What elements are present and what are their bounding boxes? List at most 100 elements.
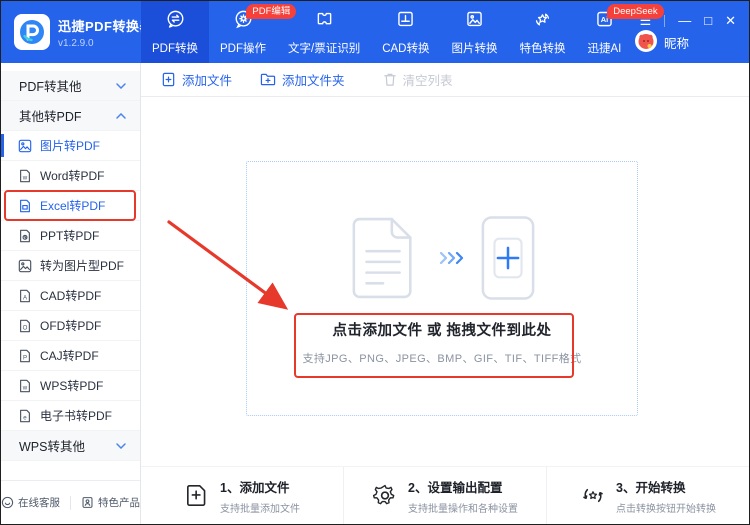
group-label: PDF转其他: [19, 80, 82, 94]
file-plus-icon: [162, 72, 175, 87]
sidebar-item-label: CAJ转PDF: [40, 349, 99, 363]
nav-tab-cad-convert[interactable]: CAD转换: [371, 1, 440, 63]
image-icon: [18, 259, 32, 272]
image-icon: [464, 9, 485, 35]
clear-list-button[interactable]: 清空列表: [383, 70, 453, 89]
trash-icon: [383, 73, 396, 86]
button-label: 添加文件夹: [282, 74, 345, 88]
step-title: 3、开始转换: [616, 480, 686, 495]
sidebar-item-wps-to-pdf[interactable]: w WPS转PDF: [1, 371, 140, 401]
sidebar-item-label: 转为图片型PDF: [40, 259, 125, 273]
sidebar-group-other-to-pdf[interactable]: 其他转PDF: [1, 101, 140, 131]
sidebar-item-caj-to-pdf[interactable]: P CAJ转PDF: [1, 341, 140, 371]
sidebar-item-image-to-pdf[interactable]: 图片转PDF: [1, 131, 140, 161]
group-label: 其他转PDF: [19, 110, 82, 124]
app-window: 迅捷PDF转换器 v1.2.9.0 PDF转换 PDF编辑 PDF操作 文字/票…: [0, 0, 750, 525]
add-file-card-icon: [481, 216, 535, 300]
nav-tab-special-convert[interactable]: 特色转换: [508, 1, 576, 63]
step-start-convert: 3、开始转换 点击转换按钮开始转换: [546, 467, 749, 524]
chevrons-right-icon: [439, 251, 464, 265]
sidebar-item-label: Excel转PDF: [40, 199, 106, 213]
cad-axis-icon: [395, 9, 416, 35]
step-subtitle: 点击转换按钮开始转换: [616, 503, 716, 515]
word-doc-icon: w: [20, 169, 30, 182]
controls-separator: [664, 15, 666, 27]
app-logo-icon: [14, 14, 50, 50]
maximize-icon[interactable]: □: [704, 14, 712, 28]
active-indicator: [1, 134, 4, 157]
ticket-scan-icon: [314, 9, 335, 35]
titlebar: 迅捷PDF转换器 v1.2.9.0 PDF转换 PDF编辑 PDF操作 文字/票…: [1, 1, 749, 63]
close-icon[interactable]: ✕: [725, 14, 736, 28]
svg-text:A: A: [23, 294, 28, 301]
nav-tab-image-convert[interactable]: 图片转换: [440, 1, 508, 63]
sidebar-item-label: Word转PDF: [40, 169, 105, 183]
dropzone-graphics: [247, 214, 637, 302]
sidebar-group-pdf-to-other[interactable]: PDF转其他: [1, 71, 140, 101]
sidebar: PDF转其他 其他转PDF 图片转PDF w Word转PDF Excel转PD…: [1, 63, 141, 524]
sidebar-item-label: CAD转PDF: [40, 289, 102, 303]
step-text: 1、添加文件 支持批量添加文件: [220, 477, 300, 515]
svg-text:O: O: [23, 324, 28, 331]
sidebar-item-label: PPT转PDF: [40, 229, 100, 243]
sidebar-item-excel-to-pdf[interactable]: Excel转PDF: [1, 191, 140, 221]
step-title: 2、设置输出配置: [408, 480, 503, 495]
toolbar: 添加文件 添加文件夹 清空列表: [141, 63, 749, 97]
steps-bar: 1、添加文件 支持批量添加文件 2、设置输出配置 支持批量操作和各种设置 3、开…: [141, 466, 749, 524]
svg-text:w: w: [22, 384, 28, 391]
ofd-doc-icon: O: [20, 319, 30, 332]
featured-products-link[interactable]: 特色产品: [81, 495, 140, 510]
nav-tab-pdf-convert[interactable]: PDF转换: [141, 1, 209, 63]
button-label: 添加文件: [182, 74, 233, 88]
add-file-button[interactable]: 添加文件: [161, 70, 232, 89]
sidebar-item-ebook-to-pdf[interactable]: e 电子书转PDF: [1, 401, 140, 431]
sidebar-item-label: 图片转PDF: [40, 139, 101, 153]
link-label: 在线客服: [18, 497, 60, 509]
file-dropzone[interactable]: 点击添加文件 或 拖拽文件到此处 支持JPG、PNG、JPEG、BMP、GIF、…: [246, 161, 638, 416]
step-text: 3、开始转换 点击转换按钮开始转换: [616, 477, 716, 515]
minimize-icon[interactable]: —: [678, 14, 691, 28]
star-refresh-icon: [532, 9, 553, 35]
step-subtitle: 支持批量添加文件: [220, 503, 300, 515]
user-nickname: 昵称: [664, 37, 690, 51]
step-output-settings: 2、设置输出配置 支持批量操作和各种设置: [343, 467, 546, 524]
excel-doc-icon: [20, 199, 30, 212]
nav-tab-pdf-operate[interactable]: PDF编辑 PDF操作: [209, 1, 297, 63]
nav-tab-label: CAD转换: [382, 42, 430, 55]
app-name: 迅捷PDF转换器: [58, 18, 154, 34]
step-add-files: 1、添加文件 支持批量添加文件: [141, 467, 343, 524]
chevron-up-icon: [116, 112, 126, 119]
sidebar-item-label: 电子书转PDF: [40, 409, 113, 423]
gear-icon: [372, 484, 395, 505]
dropzone-text: 点击添加文件 或 拖拽文件到此处 支持JPG、PNG、JPEG、BMP、GIF、…: [247, 319, 637, 366]
caj-doc-icon: P: [20, 349, 30, 362]
add-folder-button[interactable]: 添加文件夹: [260, 70, 345, 89]
main-content: 添加文件 添加文件夹 清空列表 点击添加文件 或 拖拽文件到此处 支持JPG、P…: [141, 63, 749, 524]
step-text: 2、设置输出配置 支持批量操作和各种设置: [408, 477, 518, 515]
convert-circle-icon: [165, 9, 186, 35]
svg-text:w: w: [22, 174, 28, 181]
dropzone-title: 点击添加文件 或 拖拽文件到此处: [332, 323, 552, 339]
link-label: 特色产品: [98, 497, 140, 509]
smiley-icon: [1, 496, 14, 509]
cad-doc-icon: A: [20, 289, 30, 302]
convert-star-icon: [583, 488, 603, 503]
folder-plus-icon: [260, 73, 276, 86]
chevron-down-icon: [116, 82, 126, 89]
ppt-doc-icon: [20, 229, 30, 242]
sidebar-item-ppt-to-pdf[interactable]: PPT转PDF: [1, 221, 140, 251]
sidebar-item-to-image-pdf[interactable]: 转为图片型PDF: [1, 251, 140, 281]
sidebar-group-wps-to-other[interactable]: WPS转其他: [1, 431, 140, 461]
button-label: 清空列表: [402, 74, 453, 88]
user-account[interactable]: 昵称: [635, 30, 689, 55]
sidebar-item-ofd-to-pdf[interactable]: O OFD转PDF: [1, 311, 140, 341]
step-subtitle: 支持批量操作和各种设置: [408, 503, 518, 515]
sidebar-item-cad-to-pdf[interactable]: A CAD转PDF: [1, 281, 140, 311]
nav-tab-label: 特色转换: [519, 42, 566, 55]
online-service-link[interactable]: 在线客服: [1, 495, 60, 510]
logo-area: 迅捷PDF转换器 v1.2.9.0: [1, 1, 153, 63]
footer-divider: [70, 495, 71, 510]
file-plus-icon: [187, 484, 206, 507]
sidebar-item-word-to-pdf[interactable]: w Word转PDF: [1, 161, 140, 191]
sidebar-item-label: WPS转PDF: [40, 379, 104, 393]
